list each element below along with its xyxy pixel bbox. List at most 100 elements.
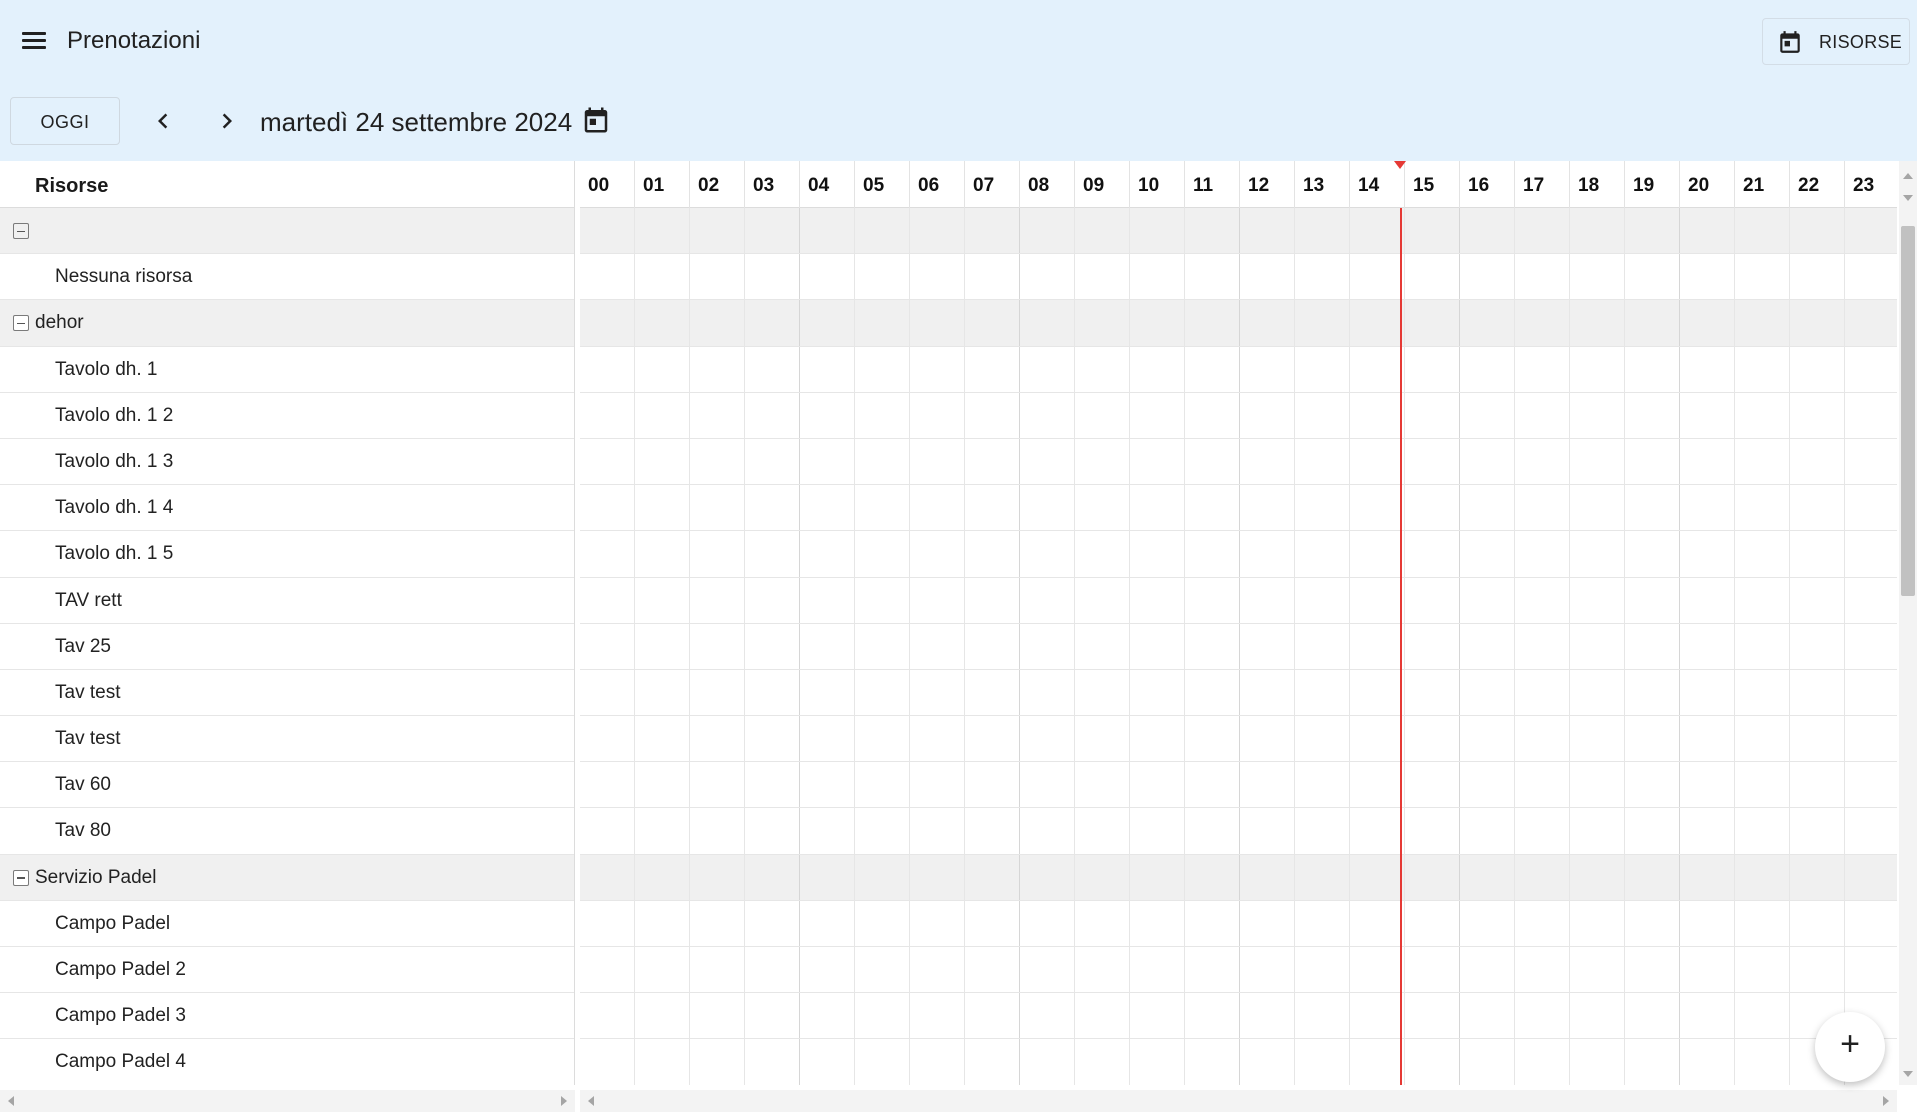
scroll-down-icon[interactable]	[1903, 1071, 1913, 1077]
menu-icon[interactable]	[22, 30, 48, 52]
resource-row[interactable]: Tav 25	[0, 623, 574, 670]
resource-row[interactable]: Tavolo dh. 1 3	[0, 438, 574, 486]
hour-gridline	[854, 993, 855, 1039]
timeline-row[interactable]	[580, 854, 1897, 901]
hour-gridline	[1679, 1039, 1680, 1085]
add-booking-button[interactable]: +	[1815, 1012, 1885, 1082]
hour-gridline	[1404, 808, 1405, 854]
hour-gridline	[1789, 577, 1790, 623]
resource-row[interactable]: Tav test	[0, 669, 574, 717]
timeline-rows[interactable]	[580, 208, 1897, 1085]
resource-row[interactable]: TAV rett	[0, 577, 574, 624]
prev-day-button[interactable]	[148, 106, 178, 136]
timeline-row[interactable]	[580, 531, 1897, 578]
hour-gridline	[1349, 900, 1350, 946]
timeline-row[interactable]	[580, 438, 1897, 486]
resource-row[interactable]: Campo Padel 2	[0, 947, 574, 994]
scroll-right-icon[interactable]	[1883, 1096, 1889, 1106]
timeline-row[interactable]	[580, 346, 1897, 393]
hour-gridline	[1184, 993, 1185, 1039]
timeline-row[interactable]	[580, 1039, 1897, 1085]
timeline-row[interactable]	[580, 300, 1897, 347]
hour-label: 18	[1578, 175, 1600, 196]
hour-gridline	[1294, 808, 1295, 854]
hour-gridline	[1129, 947, 1130, 993]
resource-row[interactable]: Nessuna risorsa	[0, 254, 574, 301]
timeline-row[interactable]	[580, 716, 1897, 763]
resources-button[interactable]: RISORSE	[1762, 18, 1910, 65]
hour-gridline	[1569, 762, 1570, 808]
timeline-row[interactable]	[580, 254, 1897, 301]
hour-gridline	[1624, 254, 1625, 300]
resource-row[interactable]: Tavolo dh. 1	[0, 346, 574, 393]
hour-gridline	[1184, 762, 1185, 808]
hour-gridline	[1349, 1039, 1350, 1085]
collapse-icon[interactable]	[13, 315, 29, 332]
hour-gridline	[854, 900, 855, 946]
hour-gridline	[1844, 300, 1845, 346]
scroll-left-icon[interactable]	[588, 1096, 594, 1106]
hour-gridline	[1294, 669, 1295, 716]
timeline-row[interactable]	[580, 947, 1897, 994]
scroll-down-icon[interactable]	[1903, 195, 1913, 201]
timeline-row[interactable]	[580, 392, 1897, 439]
timeline-row[interactable]	[580, 993, 1897, 1040]
hour-label: 09	[1083, 175, 1105, 196]
resource-row[interactable]: Tav test	[0, 716, 574, 763]
group-label: dehor	[35, 312, 84, 334]
hour-label: 19	[1633, 175, 1655, 196]
hour-gridline	[909, 762, 910, 808]
scroll-left-icon[interactable]	[8, 1096, 14, 1106]
hour-gridline	[744, 716, 745, 762]
hour-gridline	[1074, 392, 1075, 438]
collapse-icon[interactable]	[13, 223, 29, 239]
next-day-button[interactable]	[212, 106, 242, 136]
hour-gridline	[1679, 254, 1680, 300]
resource-row[interactable]: Campo Padel	[0, 900, 574, 947]
timeline-row[interactable]	[580, 900, 1897, 947]
scroll-right-icon[interactable]	[561, 1096, 567, 1106]
hour-gridline	[689, 531, 690, 577]
date-picker-button[interactable]	[581, 105, 611, 140]
resource-group-row[interactable]	[0, 208, 574, 255]
hour-gridline	[1184, 669, 1185, 716]
hour-gridline	[799, 208, 800, 254]
resource-row[interactable]: Tav 60	[0, 762, 574, 809]
resource-group-row[interactable]: dehor	[0, 300, 574, 347]
hour-gridline	[1184, 716, 1185, 762]
hour-header-cell: 02	[690, 161, 745, 208]
scroll-up-icon[interactable]	[1903, 173, 1913, 179]
hour-gridline	[1294, 623, 1295, 669]
resource-row[interactable]: Campo Padel 4	[0, 1039, 574, 1085]
resource-label: Tavolo dh. 1 2	[55, 404, 174, 426]
hour-header-cell: 03	[745, 161, 800, 208]
horizontal-scrollbar-right[interactable]	[580, 1090, 1897, 1112]
hour-gridline	[1129, 438, 1130, 485]
collapse-icon[interactable]	[13, 869, 29, 886]
vertical-scrollbar[interactable]	[1899, 161, 1917, 1085]
timeline-row[interactable]	[580, 208, 1897, 255]
timeline-row[interactable]	[580, 762, 1897, 809]
hour-header-cell: 20	[1680, 161, 1735, 208]
hour-gridline	[1624, 623, 1625, 669]
resource-row[interactable]: Campo Padel 3	[0, 993, 574, 1040]
hour-gridline	[909, 392, 910, 438]
timeline-row[interactable]	[580, 485, 1897, 532]
resource-row[interactable]: Tav 80	[0, 808, 574, 855]
resource-row[interactable]: Tavolo dh. 1 2	[0, 392, 574, 439]
timeline-row[interactable]	[580, 808, 1897, 855]
hour-gridline	[1129, 208, 1130, 254]
scrollbar-thumb[interactable]	[1901, 226, 1915, 596]
timeline-grid[interactable]: 00 01 02 03 04 05 06 07 08 09 10 11 12 13 14 15 16 17 18 19…	[580, 161, 1897, 1085]
resource-row[interactable]: Tavolo dh. 1 4	[0, 485, 574, 532]
resource-group-row[interactable]: Servizio Padel	[0, 854, 574, 901]
horizontal-scrollbar-left[interactable]	[0, 1090, 575, 1112]
resource-row[interactable]: Tavolo dh. 1 5	[0, 531, 574, 578]
hour-gridline	[1789, 808, 1790, 854]
timeline-row[interactable]	[580, 577, 1897, 624]
today-button[interactable]: OGGI	[10, 97, 120, 145]
hour-label: 11	[1193, 175, 1214, 196]
timeline-row[interactable]	[580, 623, 1897, 670]
timeline-row[interactable]	[580, 669, 1897, 717]
hour-gridline	[744, 808, 745, 854]
